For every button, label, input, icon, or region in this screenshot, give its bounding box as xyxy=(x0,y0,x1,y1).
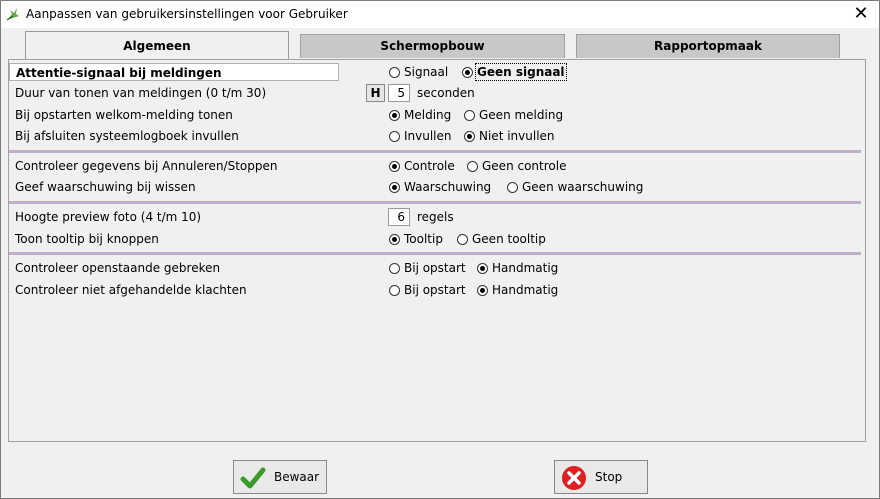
klachten-handmatig-label: Handmatig xyxy=(492,283,559,297)
invullen-option[interactable]: Invullen xyxy=(389,127,452,146)
tooltip-option-label: Tooltip xyxy=(404,232,443,246)
leaf-app-icon xyxy=(6,8,19,21)
stop-label: Stop xyxy=(595,470,623,484)
controle-option-label: Controle xyxy=(404,159,455,173)
geen-controle-label: Geen controle xyxy=(482,159,567,173)
geen-tooltip-label: Geen tooltip xyxy=(472,232,546,246)
klachten-bij-opstart-label: Bij opstart xyxy=(404,283,466,297)
separator xyxy=(9,201,861,204)
klachten-handmatig-radio[interactable] xyxy=(477,285,488,296)
invullen-label: Invullen xyxy=(404,129,452,143)
wissen-label: Geef waarschuwing bij wissen xyxy=(15,180,196,194)
tab-schermopbouw[interactable]: Schermopbouw xyxy=(300,34,565,58)
seconden-label: seconden xyxy=(417,86,475,100)
regels-label: regels xyxy=(417,210,454,224)
geen-signaal-option[interactable]: Geen signaal xyxy=(462,63,567,81)
melding-radio[interactable] xyxy=(389,110,400,121)
save-button[interactable]: Bewaar xyxy=(233,460,327,494)
attentie-label: Attentie-signaal bij meldingen xyxy=(9,63,339,81)
klachten-handmatig-option[interactable]: Handmatig xyxy=(477,281,558,300)
niet-invullen-option[interactable]: Niet invullen xyxy=(464,127,555,146)
controle-label: Controleer gegevens bij Annuleren/Stoppe… xyxy=(15,159,278,173)
tab-algemeen[interactable]: Algemeen xyxy=(25,31,289,59)
geen-waarschuwing-label: Geen waarschuwing xyxy=(522,180,644,194)
niet-invullen-radio[interactable] xyxy=(464,131,475,142)
geen-controle-option[interactable]: Geen controle xyxy=(467,157,566,176)
geen-waarschuwing-radio[interactable] xyxy=(507,182,518,193)
melding-label: Melding xyxy=(404,108,452,122)
invullen-radio[interactable] xyxy=(389,131,400,142)
gebreken-label: Controleer openstaande gebreken xyxy=(15,261,221,275)
signaal-label: Signaal xyxy=(404,65,449,79)
geen-melding-label: Geen melding xyxy=(479,108,564,122)
controle-radio[interactable] xyxy=(389,161,400,172)
niet-invullen-label: Niet invullen xyxy=(479,129,555,143)
waarschuwing-radio[interactable] xyxy=(389,182,400,193)
gebreken-handmatig-option[interactable]: Handmatig xyxy=(477,259,558,278)
signaal-option[interactable]: Signaal xyxy=(389,63,448,81)
controle-option[interactable]: Controle xyxy=(389,157,455,176)
klachten-bij-opstart-radio[interactable] xyxy=(389,285,400,296)
close-button[interactable]: ✕ xyxy=(843,1,879,28)
tooltip-radio[interactable] xyxy=(389,234,400,245)
welkom-label: Bij opstarten welkom-melding tonen xyxy=(15,108,233,122)
geen-controle-radio[interactable] xyxy=(467,161,478,172)
checkmark-icon xyxy=(240,467,266,489)
window-title: Aanpassen van gebruikersinstellingen voo… xyxy=(26,7,348,21)
geen-signaal-label: Geen signaal xyxy=(475,63,567,81)
geen-melding-option[interactable]: Geen melding xyxy=(464,106,563,125)
duur-label: Duur van tonen van meldingen (0 t/m 30) xyxy=(15,86,267,100)
tooltip-option[interactable]: Tooltip xyxy=(389,230,443,249)
settings-panel: Attentie-signaal bij meldingen Signaal G… xyxy=(8,59,866,442)
geen-waarschuwing-option[interactable]: Geen waarschuwing xyxy=(507,178,643,197)
separator xyxy=(9,252,861,255)
preview-label: Hoogte preview foto (4 t/m 10) xyxy=(15,210,202,224)
klachten-bij-opstart-option[interactable]: Bij opstart xyxy=(389,281,466,300)
tab-bar: Algemeen Schermopbouw Rapportopmaak xyxy=(1,31,879,61)
gebreken-handmatig-radio[interactable] xyxy=(477,263,488,274)
tooltip-label: Toon tooltip bij knoppen xyxy=(15,232,159,246)
geen-signaal-radio[interactable] xyxy=(462,67,473,78)
tab-rapportopmaak[interactable]: Rapportopmaak xyxy=(576,34,840,58)
geen-melding-radio[interactable] xyxy=(464,110,475,121)
stop-x-icon xyxy=(562,466,586,490)
settings-window: Aanpassen van gebruikersinstellingen voo… xyxy=(0,0,880,499)
melding-option[interactable]: Melding xyxy=(389,106,451,125)
duur-input[interactable]: 5 xyxy=(388,84,410,102)
preview-input[interactable]: 6 xyxy=(388,208,410,226)
waarschuwing-option[interactable]: Waarschuwing xyxy=(389,178,491,197)
geen-tooltip-radio[interactable] xyxy=(457,234,468,245)
logboek-label: Bij afsluiten systeemlogboek invullen xyxy=(15,129,239,143)
gebreken-handmatig-label: Handmatig xyxy=(492,261,559,275)
klachten-label: Controleer niet afgehandelde klachten xyxy=(15,283,247,297)
waarschuwing-label: Waarschuwing xyxy=(404,180,492,194)
separator xyxy=(9,150,861,153)
geen-tooltip-option[interactable]: Geen tooltip xyxy=(457,230,546,249)
save-label: Bewaar xyxy=(274,470,320,484)
stop-button[interactable]: Stop xyxy=(554,460,648,494)
gebreken-bij-opstart-radio[interactable] xyxy=(389,263,400,274)
h-button[interactable]: H xyxy=(366,84,385,102)
title-bar: Aanpassen van gebruikersinstellingen voo… xyxy=(1,1,879,28)
gebreken-bij-opstart-option[interactable]: Bij opstart xyxy=(389,259,466,278)
gebreken-bij-opstart-label: Bij opstart xyxy=(404,261,466,275)
signaal-radio[interactable] xyxy=(389,67,400,78)
